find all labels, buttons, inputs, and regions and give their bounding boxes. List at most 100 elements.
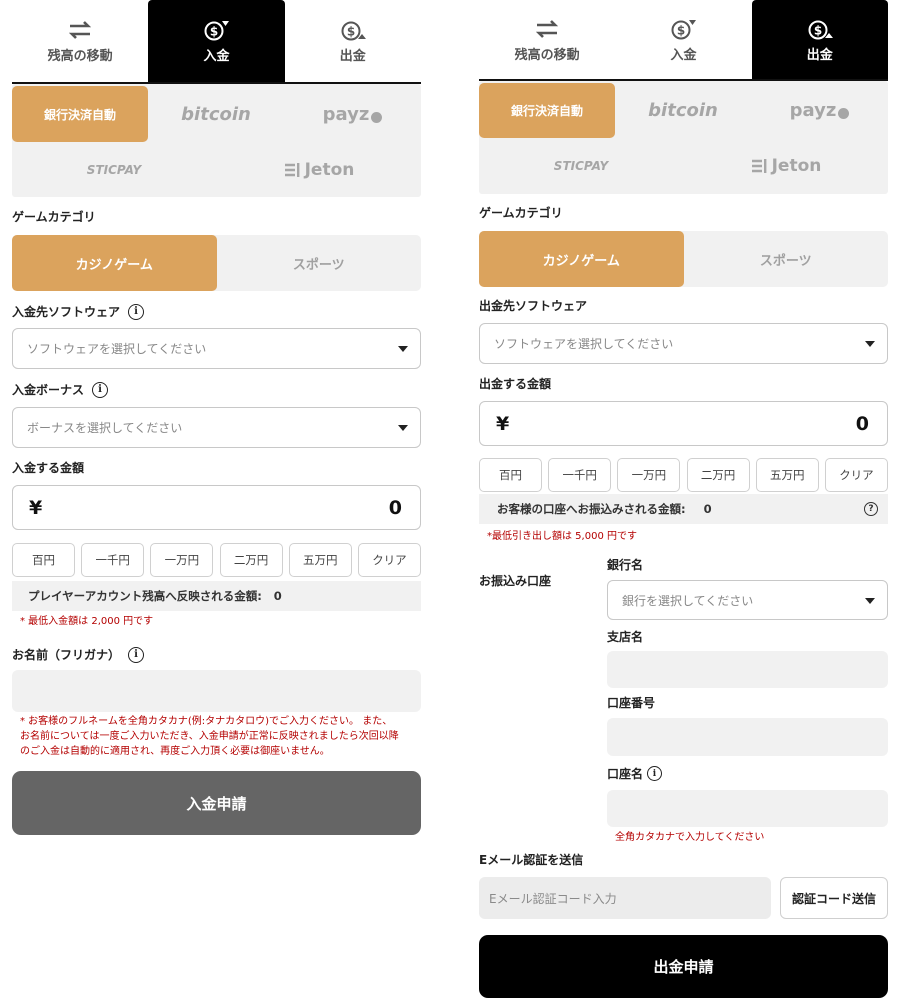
quick-amount-1000[interactable]: 一千円 (548, 458, 612, 492)
reflected-amount-value: 0 (273, 589, 282, 603)
tab-transfer[interactable]: 残高の移動 (12, 0, 149, 82)
bonus-select[interactable]: ボーナスを選択してください (12, 407, 421, 448)
method-label: bitcoin (648, 100, 718, 121)
amount-input[interactable]: ¥ 0 (479, 401, 888, 446)
software-select[interactable]: ソフトウェアを選択してください (12, 328, 421, 369)
quick-amount-20000[interactable]: 二万円 (686, 458, 750, 492)
info-icon[interactable]: i (647, 766, 663, 781)
info-icon[interactable]: i (128, 646, 145, 663)
software-label: 出金先ソフトウェア (479, 299, 588, 313)
tab-deposit[interactable]: $ 入金 (615, 0, 752, 79)
svg-text:$: $ (814, 23, 822, 37)
bank-placeholder: 銀行を選択してください (622, 593, 754, 608)
quick-amount-10000[interactable]: 一万円 (617, 458, 681, 492)
quick-amount-50000[interactable]: 五万円 (288, 543, 352, 577)
account-name-note: 全角カタカナで入力してください (615, 832, 765, 843)
tab-bar: 残高の移動 $ 入金 $ 出金 (479, 0, 888, 81)
method-label: payz (789, 100, 837, 121)
account-number-input[interactable] (607, 718, 888, 756)
method-label: payz (322, 103, 370, 125)
withdraw-submit-button[interactable]: 出金申請 (479, 935, 888, 998)
bank-name-label: 銀行名 (607, 558, 644, 572)
software-select[interactable]: ソフトウェアを選択してください (479, 323, 888, 364)
method-jeton[interactable]: Jeton (216, 142, 421, 197)
jeton-logo-icon (284, 162, 300, 177)
tab-label: 出金 (339, 49, 366, 64)
game-category-toggle: カジノゲーム スポーツ (479, 231, 888, 287)
method-sticpay[interactable]: STICPAY (12, 142, 216, 197)
tab-label: 入金 (203, 49, 230, 64)
quick-amount-buttons: 百円 一千円 一万円 二万円 五万円 クリア (12, 543, 421, 577)
quick-amount-1000[interactable]: 一千円 (81, 543, 145, 577)
branch-input[interactable] (607, 651, 888, 688)
quick-amount-100[interactable]: 百円 (479, 458, 542, 492)
category-casino[interactable]: カジノゲーム (479, 231, 684, 287)
coin-withdraw-icon: $ (808, 20, 833, 39)
quick-amount-100[interactable]: 百円 (12, 543, 75, 577)
caret-down-icon (865, 598, 875, 604)
method-bank-auto[interactable]: 銀行決済自動 (12, 86, 148, 142)
currency-symbol: ¥ (496, 412, 510, 435)
email-code-input[interactable]: Eメール認証コード入力 (479, 877, 771, 919)
deposit-submit-button[interactable]: 入金申請 (12, 771, 421, 835)
account-name-input[interactable] (607, 790, 888, 827)
software-placeholder: ソフトウェアを選択してください (27, 342, 207, 356)
payment-methods: 銀行決済自動 bitcoin payz STICPAY Jeton (12, 84, 421, 197)
method-payz[interactable]: payz (284, 86, 421, 142)
quick-amount-20000[interactable]: 二万円 (219, 543, 283, 577)
amount-label: 出金する金額 (479, 377, 552, 391)
bonus-placeholder: ボーナスを選択してください (27, 421, 183, 435)
tab-withdraw[interactable]: $ 出金 (751, 0, 888, 79)
method-sticpay[interactable]: STICPAY (479, 138, 683, 194)
tab-label: 出金 (806, 47, 833, 63)
quick-amount-50000[interactable]: 五万円 (755, 458, 819, 492)
info-icon[interactable]: i (128, 303, 145, 320)
tab-deposit[interactable]: $ 入金 (148, 0, 285, 82)
payz-dot-icon (371, 111, 383, 123)
name-input[interactable] (12, 670, 421, 712)
method-bitcoin[interactable]: bitcoin (148, 86, 284, 142)
tab-transfer[interactable]: 残高の移動 (479, 0, 616, 79)
clear-button[interactable]: クリア (824, 458, 888, 492)
category-sports[interactable]: スポーツ (684, 231, 889, 287)
tab-label: 残高の移動 (47, 49, 113, 64)
method-payz[interactable]: payz (751, 83, 888, 138)
account-label: お振込み口座 (479, 574, 552, 588)
software-placeholder: ソフトウェアを選択してください (494, 337, 674, 351)
clear-button[interactable]: クリア (357, 543, 421, 577)
reflected-amount-bar: プレイヤーアカウント残高へ反映される金額: 0 (12, 581, 421, 611)
name-label-text: お名前（フリガナ） (12, 648, 121, 662)
method-bank-auto[interactable]: 銀行決済自動 (479, 83, 615, 138)
method-bitcoin[interactable]: bitcoin (615, 83, 751, 138)
bank-select[interactable]: 銀行を選択してください (607, 580, 888, 620)
game-category-label: ゲームカテゴリ (12, 210, 96, 224)
category-casino[interactable]: カジノゲーム (12, 235, 217, 291)
name-note-line: * お客様のフルネームを全角カタカナ(例:タナカタロウ)でご入力ください。 また… (20, 716, 393, 727)
method-jeton[interactable]: Jeton (683, 138, 888, 194)
amount-value: 0 (388, 496, 402, 519)
method-label: STICPAY (553, 159, 609, 173)
reflected-amount-label: プレイヤーアカウント残高へ反映される金額: (28, 589, 262, 603)
software-label-text: 入金先ソフトウェア (12, 305, 121, 319)
help-icon[interactable]: ? (864, 502, 878, 516)
email-label: Eメール認証を送信 (479, 853, 584, 867)
tab-withdraw[interactable]: $ 出金 (284, 0, 421, 82)
category-sports[interactable]: スポーツ (217, 235, 422, 291)
coin-deposit-icon: $ (204, 21, 230, 41)
method-label: bitcoin (181, 103, 251, 125)
tab-label: 残高の移動 (514, 47, 580, 63)
tab-label: 入金 (670, 47, 697, 63)
amount-label: 入金する金額 (12, 461, 85, 475)
transfer-arrows-icon (69, 21, 92, 39)
email-code-placeholder: Eメール認証コード入力 (489, 891, 617, 906)
game-category-label: ゲームカテゴリ (479, 206, 563, 220)
coin-deposit-icon: $ (671, 19, 697, 39)
quick-amount-10000[interactable]: 一万円 (150, 543, 214, 577)
info-icon[interactable]: i (92, 381, 109, 398)
send-code-button[interactable]: 認証コード送信 (780, 877, 888, 919)
name-label: お名前（フリガナ） i (12, 646, 145, 663)
jeton-logo-icon (751, 159, 767, 173)
min-withdraw-note: *最低引き出し額は 5,000 円です (487, 531, 637, 542)
amount-input[interactable]: ¥ 0 (12, 485, 421, 530)
account-name-label-text: 口座名 (607, 767, 644, 781)
